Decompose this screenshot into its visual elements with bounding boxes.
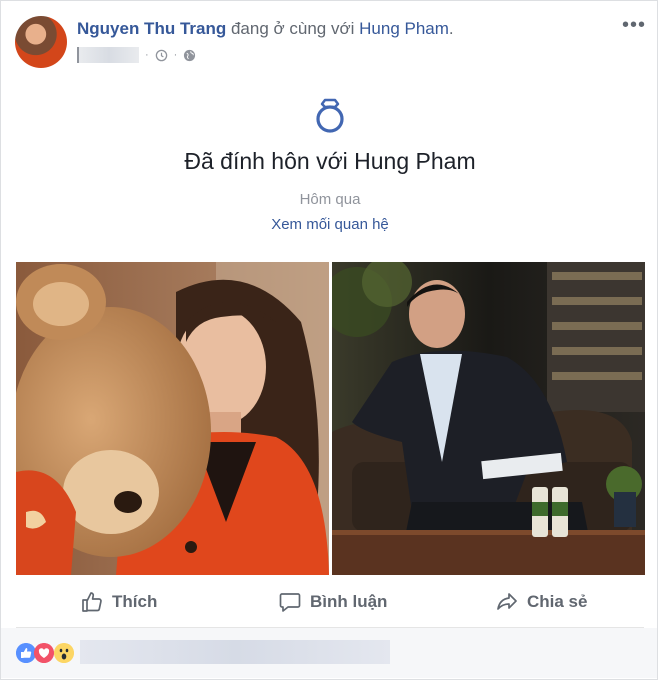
more-options-button[interactable]: •••	[622, 14, 646, 37]
share-label: Chia sẻ	[527, 592, 588, 611]
tagged-person[interactable]: Hung Pham	[359, 19, 449, 38]
photo-woman-with-teddy-bear[interactable]	[16, 262, 329, 575]
like-label: Thích	[112, 592, 158, 611]
like-reaction-icon[interactable]	[16, 643, 36, 663]
comment-bubble-icon	[279, 593, 301, 612]
share-arrow-icon	[497, 593, 517, 610]
photo-man-in-armchair[interactable]	[332, 262, 645, 575]
ring-icon	[316, 98, 344, 133]
share-button[interactable]: Chia sẻ	[495, 586, 587, 618]
header-period: .	[448, 19, 454, 38]
with-text: đang ở cùng với	[230, 19, 355, 38]
comment-button[interactable]: Bình luận	[278, 586, 387, 618]
view-relationship-link[interactable]: Xem mối quan hệ	[0, 216, 660, 233]
love-reaction-icon[interactable]	[34, 643, 54, 663]
life-event-date: Hôm qua	[299, 191, 361, 208]
wow-reaction-icon[interactable]	[54, 643, 74, 663]
clock-icon	[155, 49, 167, 61]
comment-label: Bình luận	[310, 592, 388, 611]
meta-separator: ·	[173, 49, 178, 61]
life-event-title: Đã đính hôn với Hung Pham	[184, 148, 476, 174]
like-button[interactable]: Thích	[80, 586, 157, 618]
author-name[interactable]: Nguyen Thu Trang	[77, 19, 226, 38]
post-header: Nguyen Thu Trang đang ở cùng với Hung Ph…	[77, 19, 454, 39]
meta-separator: ·	[145, 49, 149, 61]
thumbs-up-icon	[82, 592, 102, 612]
photo-man-image	[332, 262, 645, 575]
photo-woman-image	[16, 262, 329, 575]
blurred-reaction-names[interactable]	[80, 640, 390, 664]
globe-icon[interactable]	[183, 49, 196, 62]
author-avatar[interactable]	[15, 16, 67, 68]
blurred-timestamp[interactable]	[77, 47, 139, 63]
post-meta: · ·	[77, 46, 196, 64]
